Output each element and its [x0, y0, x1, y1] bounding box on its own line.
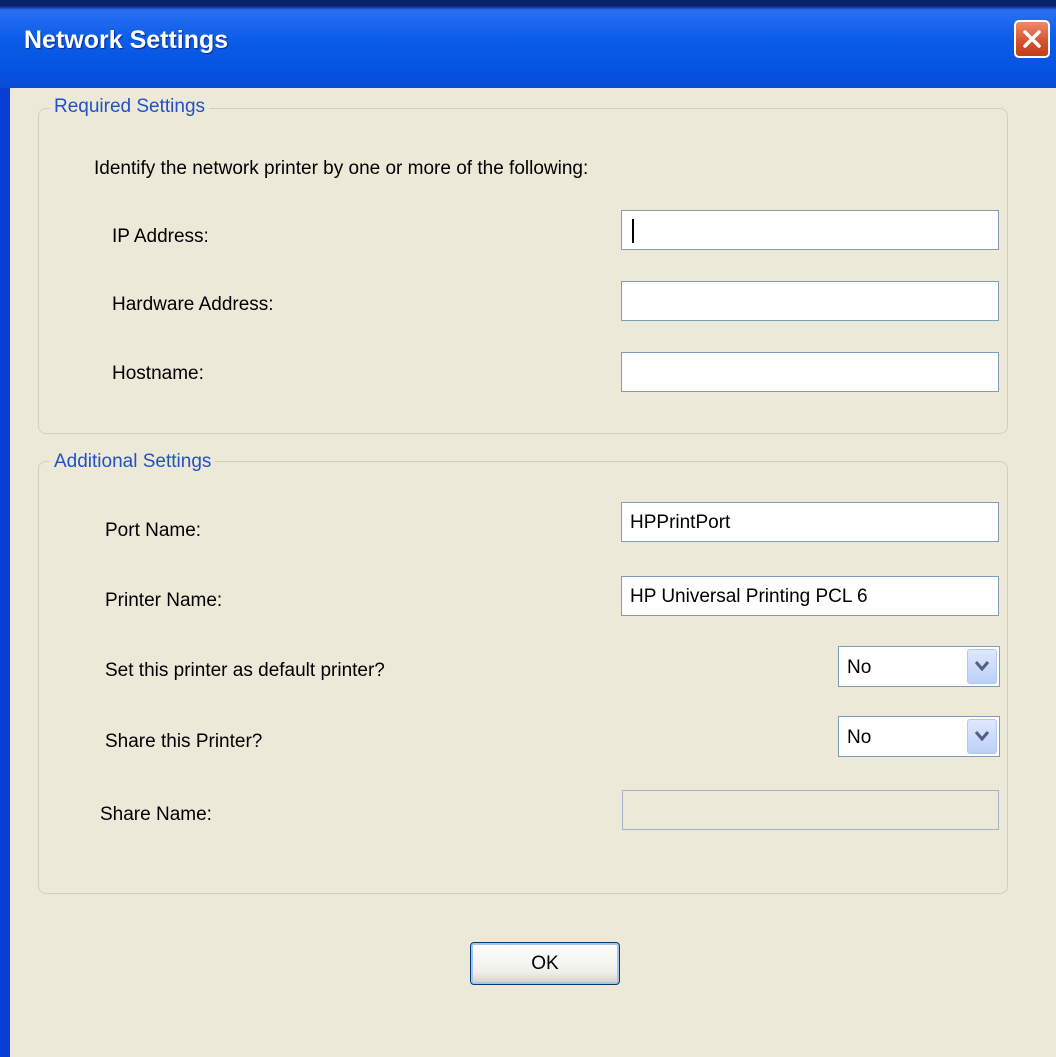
share-printer-value: No [847, 727, 872, 748]
share-name-label: Share Name: [100, 804, 212, 825]
ok-button[interactable]: OK [470, 942, 620, 985]
close-button[interactable] [1014, 20, 1050, 58]
share-name-field [622, 790, 999, 830]
default-printer-select[interactable]: No [838, 646, 1000, 687]
default-printer-value: No [847, 657, 872, 678]
close-icon [1023, 30, 1041, 48]
chevron-down-icon [975, 731, 989, 741]
text-cursor [632, 219, 634, 243]
chevron-down-icon [975, 661, 989, 671]
default-printer-label: Set this printer as default printer? [105, 660, 385, 681]
identify-instructions: Identify the network printer by one or m… [94, 158, 589, 179]
share-printer-select[interactable]: No [838, 716, 1000, 757]
ip-address-label: IP Address: [112, 226, 209, 247]
share-printer-label: Share this Printer? [105, 731, 263, 752]
hostname-label: Hostname: [112, 363, 204, 384]
network-settings-window: Network Settings Required Settings Ident… [0, 0, 1056, 1057]
hardware-address-field[interactable] [621, 281, 999, 321]
port-name-label: Port Name: [105, 520, 202, 541]
additional-settings-legend: Additional Settings [50, 451, 216, 473]
printer-name-label: Printer Name: [105, 590, 223, 611]
dialog-body: Required Settings Identify the network p… [10, 88, 1056, 1057]
window-title: Network Settings [24, 26, 229, 54]
ip-address-field[interactable] [621, 210, 999, 250]
printer-name-field[interactable]: HP Universal Printing PCL 6 [621, 576, 999, 616]
hostname-field[interactable] [621, 352, 999, 392]
title-bar[interactable]: Network Settings [0, 0, 1056, 88]
default-printer-dropdown-button[interactable] [967, 649, 997, 684]
required-settings-legend: Required Settings [50, 96, 210, 118]
hardware-address-label: Hardware Address: [112, 294, 274, 315]
port-name-field[interactable]: HPPrintPort [621, 502, 999, 542]
share-printer-dropdown-button[interactable] [967, 719, 997, 754]
